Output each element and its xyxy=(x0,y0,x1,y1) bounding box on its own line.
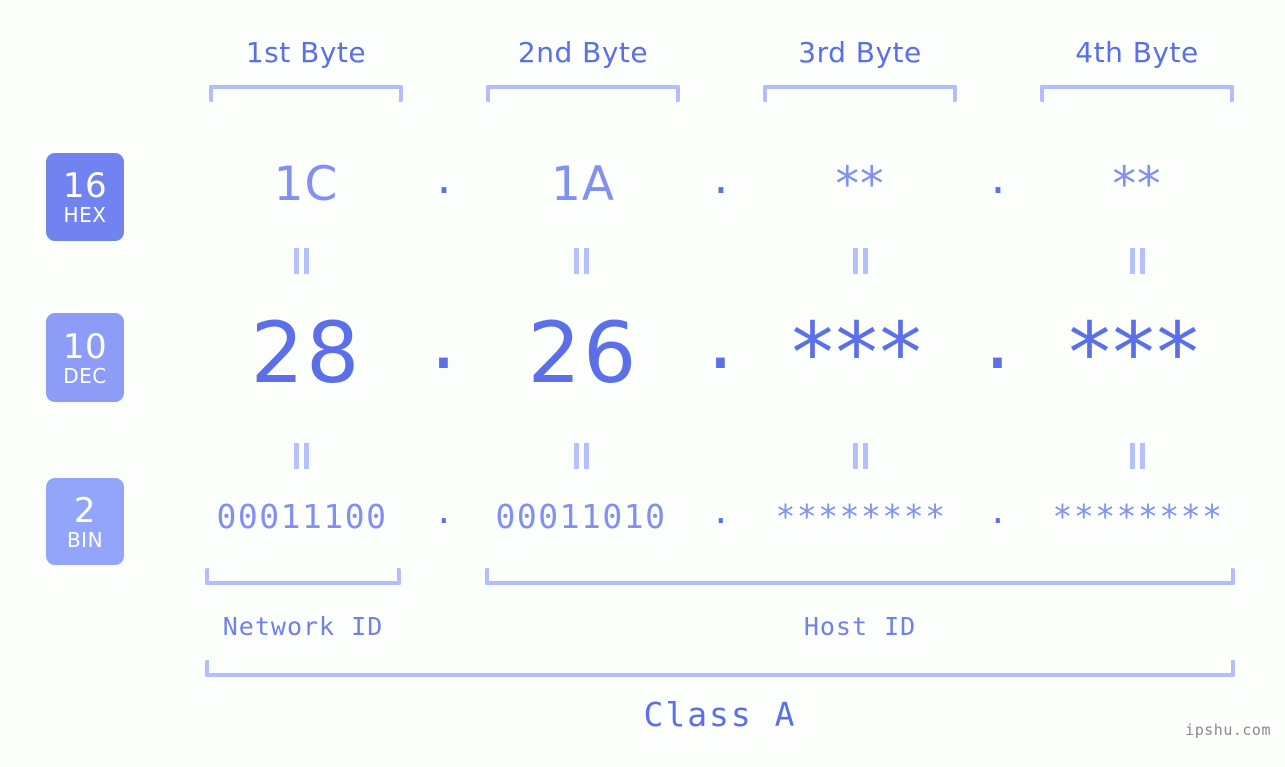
host-id-label: Host ID xyxy=(803,612,917,641)
hex-separator-2: . xyxy=(713,150,730,205)
class-bracket xyxy=(205,660,1235,677)
equals-mark-dec-bin-2 xyxy=(570,443,592,469)
equals-mark-hex-dec-1 xyxy=(290,248,312,274)
hex-byte-1: 1C xyxy=(273,157,339,212)
class-label: Class A xyxy=(643,695,797,734)
byte-header-3: 3rd Byte xyxy=(798,36,922,69)
site-watermark: ipshu.com xyxy=(1185,721,1271,739)
network-id-bracket xyxy=(205,568,401,585)
dec-byte-2: 26 xyxy=(527,304,639,402)
equals-mark-hex-dec-2 xyxy=(570,248,592,274)
byte-header-1: 1st Byte xyxy=(245,36,367,69)
network-id-label: Network ID xyxy=(222,612,384,641)
dec-separator-3: . xyxy=(984,290,1013,388)
bin-separator-1: . xyxy=(433,492,456,531)
base-badge-hex[interactable]: 16 HEX xyxy=(46,153,124,241)
base-badge-hex-label: HEX xyxy=(63,203,107,227)
byte-bracket-1 xyxy=(209,85,403,102)
byte-bracket-4 xyxy=(1040,85,1234,102)
equals-mark-dec-bin-3 xyxy=(849,443,871,469)
hex-byte-2: 1A xyxy=(550,157,616,212)
byte-bracket-3 xyxy=(763,85,957,102)
byte-header-2: 2nd Byte xyxy=(517,36,649,69)
hex-byte-3: ** xyxy=(835,157,885,212)
bin-separator-2: . xyxy=(710,492,733,531)
bin-byte-2: 00011010 xyxy=(495,497,667,536)
bin-byte-4: ******** xyxy=(1052,497,1224,536)
bin-byte-3: ******** xyxy=(775,497,947,536)
equals-mark-dec-bin-1 xyxy=(290,443,312,469)
base-badge-dec-label: DEC xyxy=(63,363,107,388)
dec-separator-1: . xyxy=(430,290,459,388)
dec-byte-4: *** xyxy=(1068,304,1201,402)
dec-byte-3: *** xyxy=(791,304,924,402)
byte-header-4: 4th Byte xyxy=(1075,36,1199,69)
base-badge-bin-label: BIN xyxy=(66,527,104,552)
equals-mark-hex-dec-4 xyxy=(1126,248,1148,274)
hex-separator-3: . xyxy=(990,150,1007,205)
base-badge-dec[interactable]: 10 DEC xyxy=(46,313,124,402)
bin-byte-1: 00011100 xyxy=(216,497,388,536)
ip-byte-diagram: 1st Byte 2nd Byte 3rd Byte 4th Byte 16 H… xyxy=(0,0,1285,767)
equals-mark-dec-bin-4 xyxy=(1126,443,1148,469)
base-badge-dec-number: 10 xyxy=(62,326,108,367)
base-badge-bin[interactable]: 2 BIN xyxy=(46,478,124,565)
dec-byte-1: 28 xyxy=(250,304,362,402)
host-id-bracket xyxy=(485,568,1235,585)
base-badge-hex-number: 16 xyxy=(62,166,108,206)
equals-mark-hex-dec-3 xyxy=(849,248,871,274)
byte-bracket-2 xyxy=(486,85,680,102)
hex-separator-1: . xyxy=(436,150,453,205)
bin-separator-3: . xyxy=(987,492,1010,531)
base-badge-bin-number: 2 xyxy=(73,490,97,531)
dec-separator-2: . xyxy=(707,290,736,388)
hex-byte-4: ** xyxy=(1112,157,1162,212)
